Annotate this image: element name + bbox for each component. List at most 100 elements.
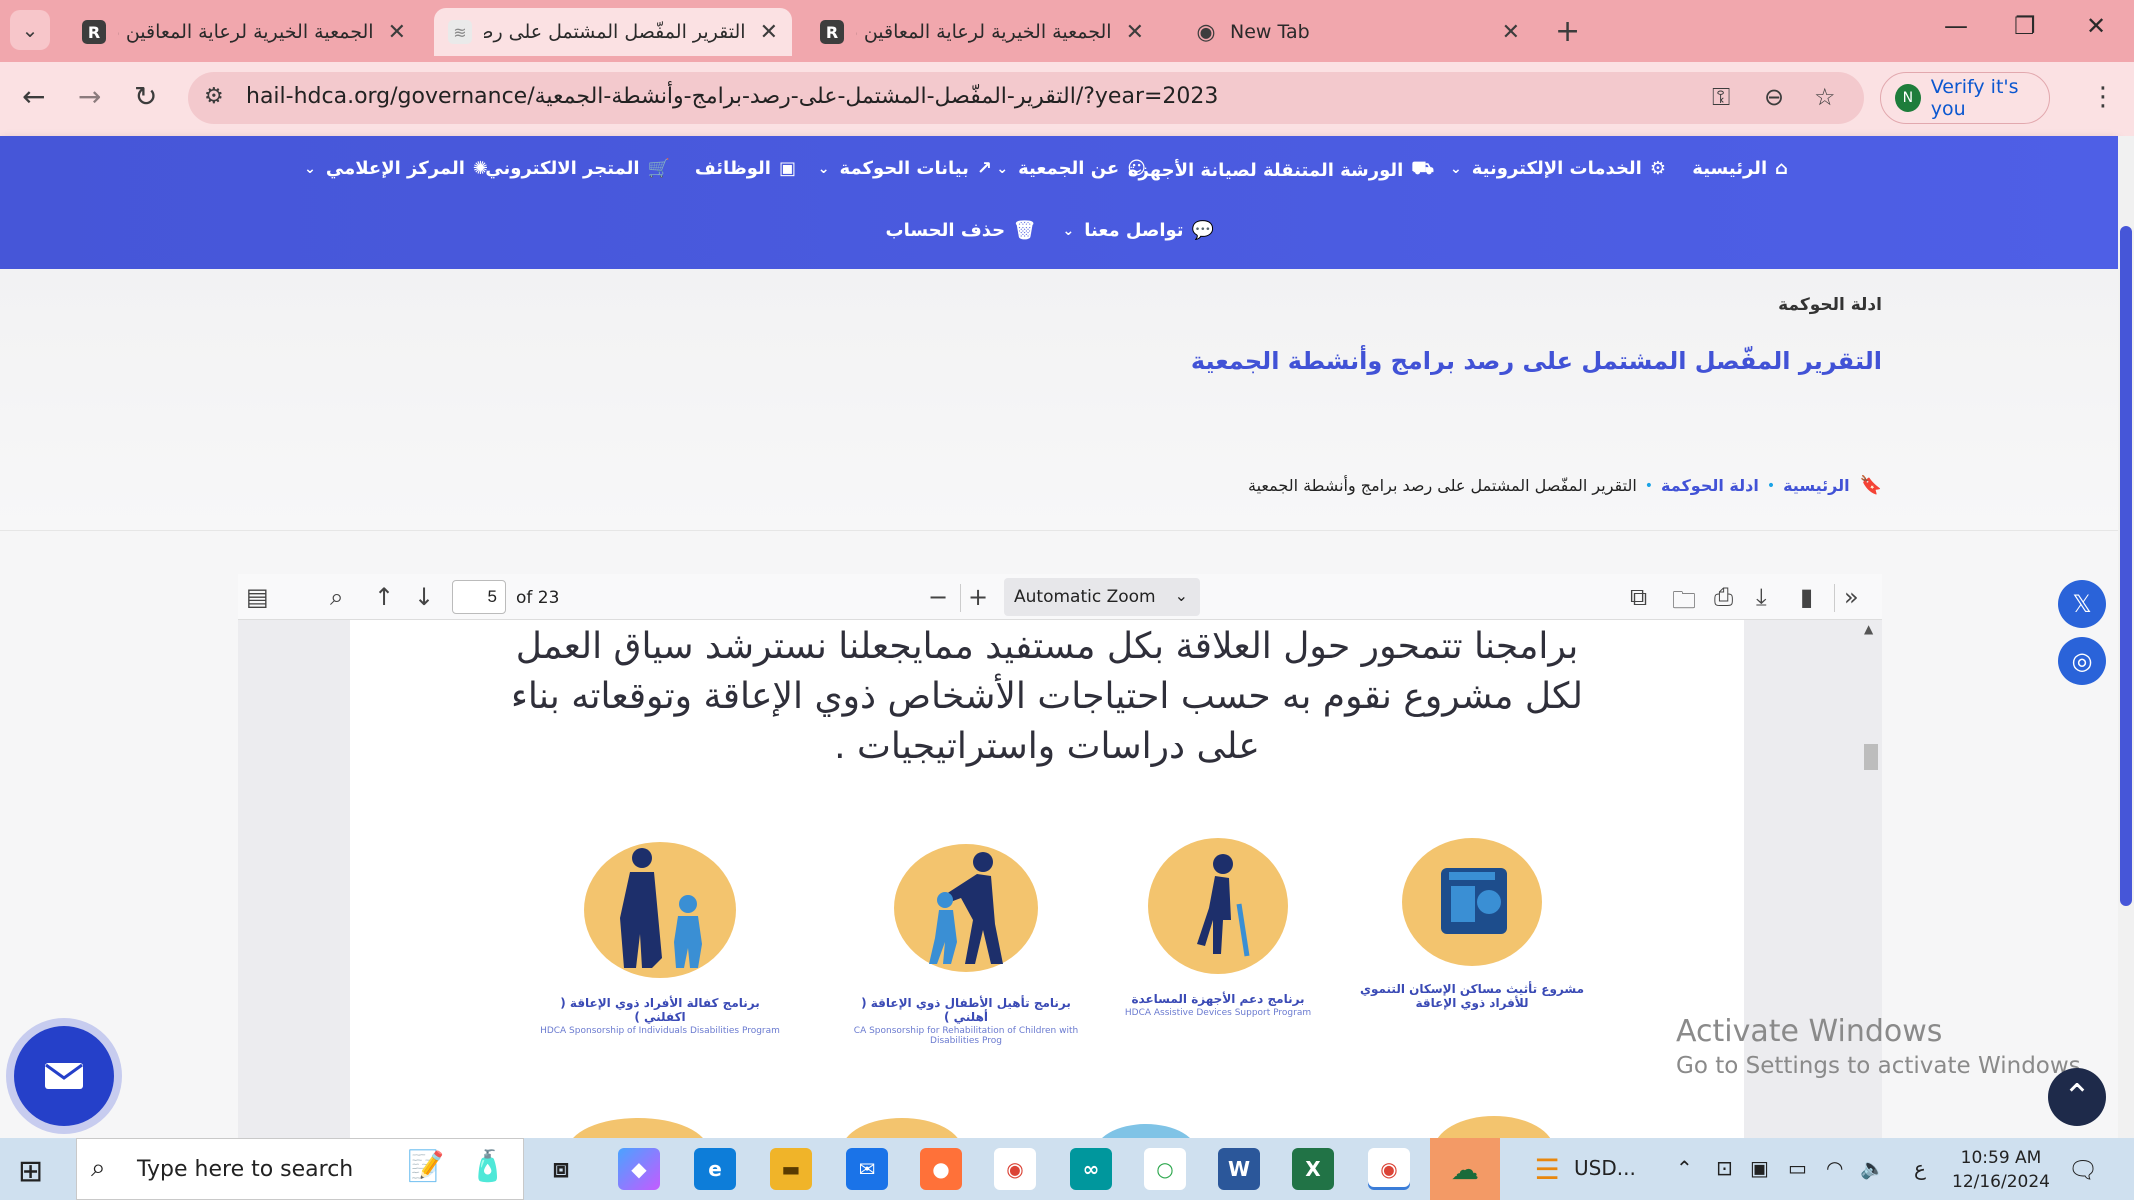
window-close-button[interactable]: ✕	[2086, 12, 2106, 40]
new-tab-button[interactable]: +	[1555, 14, 1580, 49]
edge-icon[interactable]: e	[694, 1148, 736, 1190]
key-icon[interactable]: ⚿	[1712, 83, 1730, 111]
search-placeholder: Type here to search	[137, 1157, 354, 1182]
chevron-down-icon: ⌄	[817, 160, 830, 177]
print-icon[interactable]: ⎙	[1714, 583, 1733, 611]
address-bar[interactable]: ⚙ hail-hdca.org/governance/التقرير-المفّ…	[188, 72, 1864, 124]
nav-delete-account[interactable]: 🗑 حذف الحساب	[886, 220, 1036, 241]
meet-icon[interactable]: ⊡	[1716, 1156, 1733, 1180]
tools-icon[interactable]: »	[1844, 583, 1859, 611]
currency-widget[interactable]: USD...	[1574, 1156, 1636, 1180]
back-button[interactable]: ←	[22, 80, 45, 113]
zoom-select[interactable]: Automatic Zoom ⌄	[1004, 578, 1200, 616]
notifications-icon[interactable]: 🗨	[2068, 1156, 2098, 1184]
scroll-to-top-button[interactable]: ⌃	[2048, 1068, 2106, 1126]
restore-button[interactable]: ❐	[2014, 12, 2036, 40]
nav-media[interactable]: ✺ المركز الإعلامي ⌄	[304, 158, 488, 179]
nav-about[interactable]: ☺ عن الجمعية ⌄	[996, 158, 1146, 179]
nav-label: تواصل معنا	[1084, 220, 1184, 241]
close-icon[interactable]: ✕	[1502, 20, 1520, 45]
site-info-icon[interactable]: ⚙	[204, 84, 224, 109]
firefox-icon[interactable]: ●	[920, 1148, 962, 1190]
display-icon[interactable]: ▣	[1750, 1156, 1769, 1180]
page-scroll-thumb[interactable]	[2120, 226, 2132, 906]
file-explorer-icon[interactable]: ▬	[770, 1148, 812, 1190]
program-label-en: HDCA Sponsorship of Individuals Disabili…	[540, 1026, 780, 1036]
copilot-icon[interactable]: ◆	[618, 1148, 660, 1190]
tab-search-button[interactable]: ⌄	[10, 10, 50, 50]
trash-icon: 🗑	[1013, 220, 1036, 241]
word-icon[interactable]: W	[1218, 1148, 1260, 1190]
url-text[interactable]: hail-hdca.org/governance/التقرير-المفّصل…	[246, 84, 1218, 109]
page-count: of 23	[516, 588, 560, 608]
mail-button[interactable]	[14, 1026, 114, 1126]
nav-jobs[interactable]: ▣ الوظائف	[695, 158, 796, 179]
presentation-icon[interactable]: ⧉	[1630, 583, 1647, 611]
star-icon[interactable]: ☆	[1814, 83, 1836, 111]
site-logo-icon: ≋	[448, 20, 472, 44]
menu-icon[interactable]: ⋮	[2090, 82, 2116, 112]
forward-button[interactable]: →	[78, 80, 101, 113]
scroll-up-icon[interactable]: ▲	[1864, 622, 1873, 636]
tab-2-active[interactable]: ≋ التقرير المفّصل المشتمل على رصـ ✕	[434, 8, 792, 56]
verify-button[interactable]: N Verify it's you	[1880, 72, 2050, 124]
services-icon: ⚙	[1649, 158, 1666, 179]
task-view-icon[interactable]: ⧈	[540, 1148, 582, 1190]
nav-workshop[interactable]: ⛟ الورشة المتنقلة لصيانة الأجهزة	[1128, 158, 1434, 182]
chrome-active-icon[interactable]: ◉	[1368, 1148, 1410, 1190]
volume-icon[interactable]: 🔈	[1860, 1156, 1885, 1180]
watermark-line-1: Activate Windows	[1676, 1014, 1943, 1049]
taskbar-search[interactable]: ⌕ Type here to search 📝 🧴	[76, 1138, 524, 1200]
program-housing: مشروع تأثيث مساكن الإسكان التنموي للأفرا…	[1352, 834, 1592, 1010]
close-icon[interactable]: ✕	[388, 20, 406, 45]
stocks-icon[interactable]: ☰	[1526, 1148, 1568, 1190]
reload-button[interactable]: ↻	[134, 80, 157, 113]
sidebar-toggle-icon[interactable]: ▤	[246, 583, 269, 611]
windows-start-icon[interactable]: ⊞	[18, 1154, 43, 1189]
chevron-up-icon[interactable]: ⌃	[1676, 1156, 1693, 1180]
zoom-icon[interactable]: ⊖	[1764, 83, 1784, 111]
tab-1[interactable]: R الجمعية الخيرية لرعاية المعاقين بـ ✕	[68, 8, 420, 56]
tab-4[interactable]: ◉ New Tab ✕	[1180, 8, 1534, 56]
open-file-icon[interactable]: 🗀	[1672, 583, 1696, 624]
zoom-out-icon[interactable]: −	[928, 583, 948, 611]
close-icon[interactable]: ✕	[760, 20, 778, 45]
refresh-app-icon[interactable]: ○	[1144, 1148, 1186, 1190]
child-rehab-icon	[894, 844, 1038, 972]
zoom-in-icon[interactable]: +	[968, 583, 988, 611]
tab-3[interactable]: R الجمعية الخيرية لرعاية المعاقين بـ ✕	[806, 8, 1158, 56]
download-icon[interactable]: ⤓	[1756, 583, 1767, 611]
nav-eservices[interactable]: ⚙ الخدمات الإلكترونية ⌄	[1450, 158, 1666, 179]
mail-app-icon[interactable]: ✉	[846, 1148, 888, 1190]
x-twitter-icon[interactable]: 𝕏	[2058, 580, 2106, 628]
breadcrumb-home[interactable]: الرئيسية	[1783, 476, 1850, 495]
breadcrumb-governance[interactable]: ادلة الحوكمة	[1661, 476, 1759, 495]
page-number-input[interactable]	[452, 580, 506, 614]
pdf-scroll-thumb[interactable]	[1864, 744, 1878, 770]
excel-icon[interactable]: X	[1292, 1148, 1334, 1190]
previous-page-icon[interactable]: ↑	[374, 583, 394, 611]
nav-label: بيانات الحوكمة	[839, 158, 969, 179]
nav-store[interactable]: 🛒 المتجر الالكتروني	[485, 158, 670, 179]
page-scrollbar[interactable]	[2118, 136, 2134, 1138]
battery-icon[interactable]: ▭	[1788, 1156, 1807, 1180]
language-indicator[interactable]: ع	[1914, 1156, 1926, 1180]
close-icon[interactable]: ✕	[1126, 20, 1144, 45]
instagram-icon[interactable]: ◎	[2058, 637, 2106, 685]
wifi-icon[interactable]: ◠	[1826, 1156, 1843, 1180]
bookmark-icon[interactable]: ▮	[1800, 583, 1813, 611]
nav-home[interactable]: ⌂ الرئيسية	[1692, 158, 1788, 179]
pdf-viewer: ▤ ⌕ ↑ ↓ of 23 − + Automatic Zoom⌄ ⧉ 🗀 ⎙ …	[238, 574, 1882, 1140]
minimize-button[interactable]: —	[1944, 12, 1968, 40]
nav-contact[interactable]: 💬 تواصل معنا ⌄	[1062, 220, 1214, 241]
clock[interactable]: 10:59 AM 12/16/2024	[1952, 1146, 2050, 1194]
upload-cloud-icon[interactable]: ☁	[1430, 1138, 1500, 1200]
arduino-icon[interactable]: ∞	[1070, 1148, 1112, 1190]
nav-governance-data[interactable]: ↗ بيانات الحوكمة ⌄	[818, 158, 992, 179]
program-label: برنامج كفالة الأفراد ذوي الإعاقة ( اكفلن…	[560, 996, 760, 1024]
chrome-icon[interactable]: ◉	[994, 1148, 1036, 1190]
mail-icon	[45, 1063, 83, 1089]
next-page-icon[interactable]: ↓	[414, 583, 434, 611]
search-icon[interactable]: ⌕	[330, 583, 343, 611]
pdf-viewport[interactable]: برامجنا تتمحور حول العلاقة بكل مستفيد مم…	[238, 620, 1882, 1140]
